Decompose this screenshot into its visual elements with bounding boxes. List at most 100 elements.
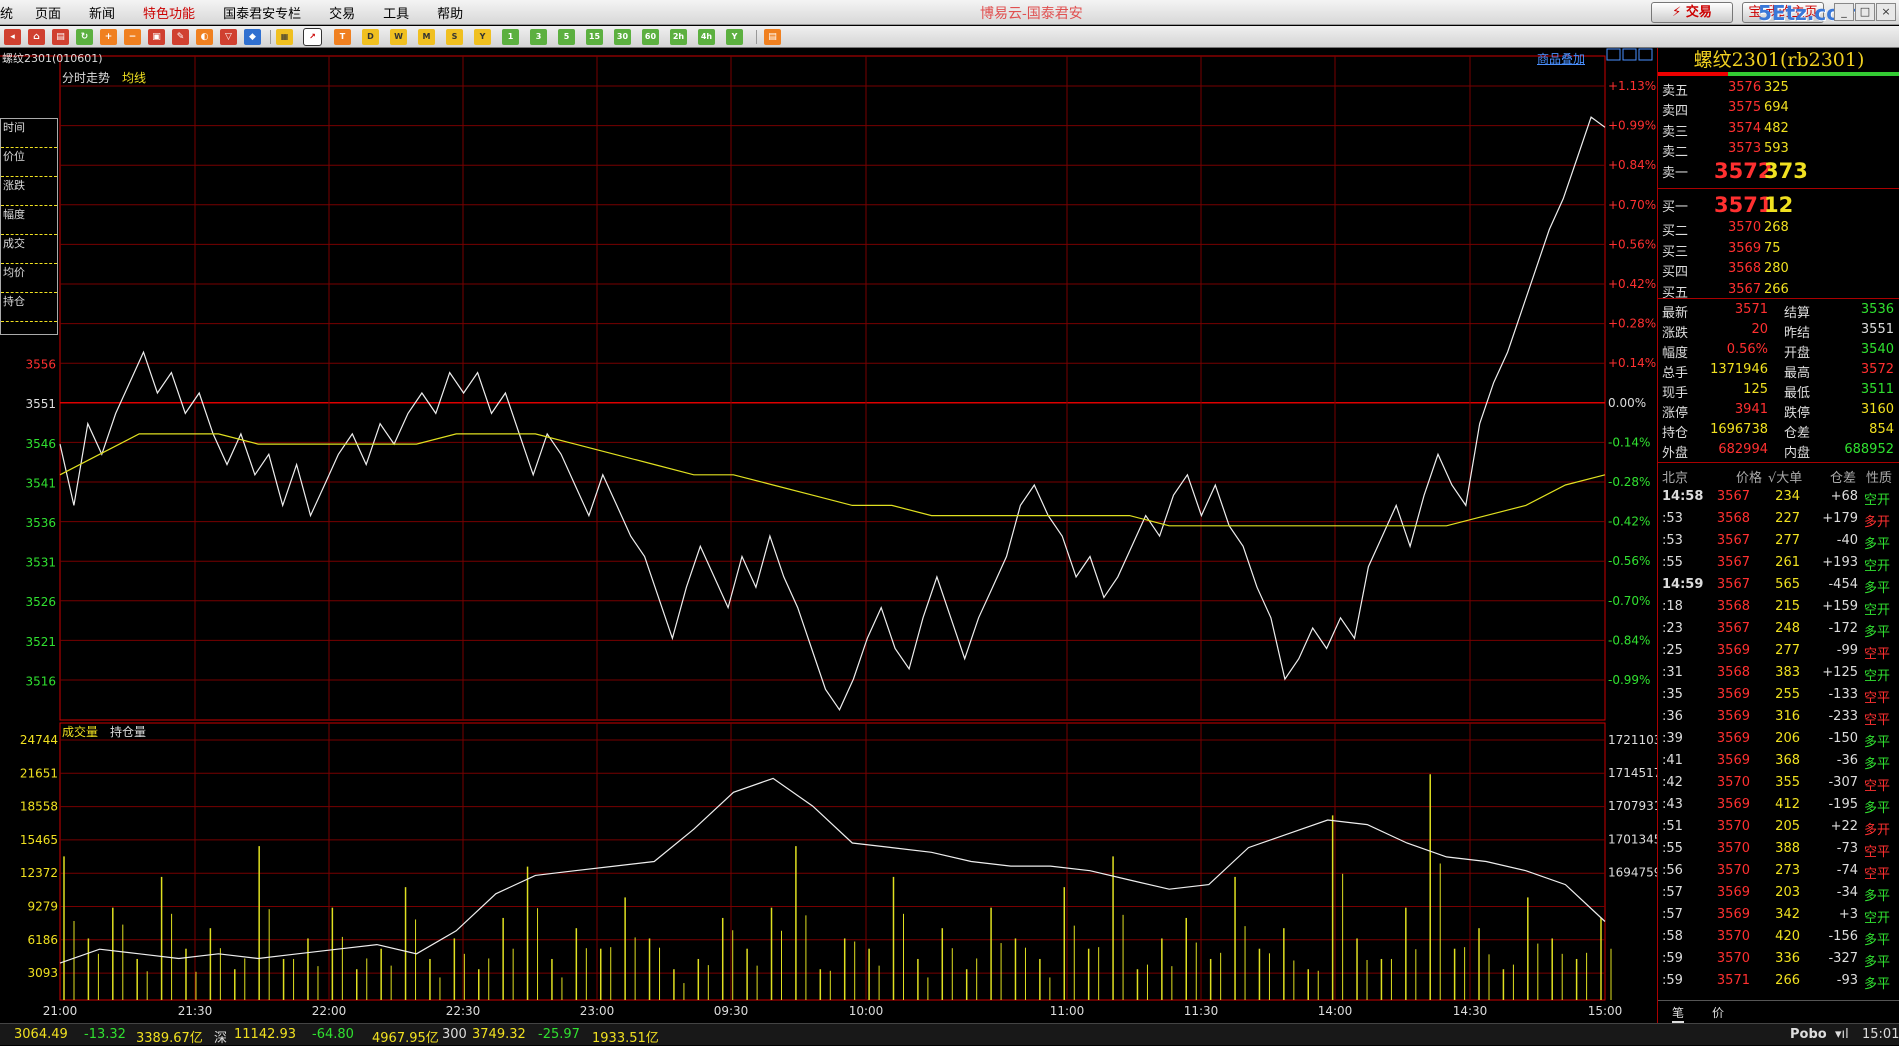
hour2-icon[interactable]: 2h xyxy=(670,29,687,45)
tick-volume: 355 xyxy=(1775,775,1800,790)
panel-title: 螺纹2301(rb2301) xyxy=(1693,49,1865,71)
tick-nature: 空平 xyxy=(1864,691,1891,706)
stat-value: 854 xyxy=(1869,422,1894,437)
table-icon[interactable]: ▦ xyxy=(276,29,293,45)
tick-volume: 203 xyxy=(1775,885,1800,900)
tick-row[interactable]: :25 3569 277 -99 空平 xyxy=(1658,640,1899,662)
window-close-button[interactable]: × xyxy=(1876,3,1896,21)
news-icon[interactable]: ▤ xyxy=(52,29,69,45)
trade-button[interactable]: ⚡ 交易 xyxy=(1651,2,1733,23)
menu-item-5[interactable]: 交易 xyxy=(315,3,369,22)
tick-row[interactable]: :59 3570 336 -327 多平 xyxy=(1658,948,1899,970)
month-icon[interactable]: M xyxy=(418,29,435,45)
hour4-icon[interactable]: 4h xyxy=(698,29,715,45)
zoom-out-icon[interactable]: − xyxy=(124,29,141,45)
filter-icon[interactable]: ▽ xyxy=(220,29,237,45)
day-icon[interactable]: D xyxy=(362,29,379,45)
intraday-chart[interactable]: +1.13% +0.99% +0.84% +0.70% +0.56% +0.42% +0.2… xyxy=(0,48,1657,1023)
tick-price: 3567 xyxy=(1716,621,1750,636)
tick-row[interactable]: :23 3567 248 -172 多平 xyxy=(1658,618,1899,640)
pen-icon[interactable]: ✎ xyxy=(172,29,189,45)
tick-icon[interactable]: T xyxy=(334,29,351,45)
tick-nature: 多平 xyxy=(1864,801,1891,816)
tick-row[interactable]: :56 3570 273 -74 空平 xyxy=(1658,860,1899,882)
tick-row[interactable]: 14:59 3567 565 -454 多平 xyxy=(1658,574,1899,596)
tick-row[interactable]: :53 3567 277 -40 多平 xyxy=(1658,530,1899,552)
tick-row[interactable]: 14:58 3567 234 +68 空开 xyxy=(1658,486,1899,508)
calendar-icon[interactable]: ▤ xyxy=(764,29,781,45)
tick-row[interactable]: :42 3570 355 -307 空平 xyxy=(1658,772,1899,794)
week-icon[interactable]: W xyxy=(390,29,407,45)
tick-price: 3570 xyxy=(1716,951,1750,966)
tick-nature: 空开 xyxy=(1864,911,1891,926)
tick-row[interactable]: :55 3567 261 +193 空开 xyxy=(1658,552,1899,574)
stat-value: 3571 xyxy=(1734,302,1768,317)
stat-value: 3551 xyxy=(1860,322,1894,337)
tick-time: 14:58 xyxy=(1662,489,1704,504)
ask-row-1[interactable]: 卖一 3572 373 xyxy=(1658,159,1899,183)
tick-row[interactable]: :55 3570 388 -73 空平 xyxy=(1658,838,1899,860)
bid-row-4[interactable]: 买四 3568 280 xyxy=(1658,259,1899,280)
bid-row-1[interactable]: 买一 3571 12 xyxy=(1658,193,1899,217)
book-price: 3569 xyxy=(1728,240,1762,256)
ask-row-4[interactable]: 卖四 3575 694 xyxy=(1658,98,1899,119)
home-icon[interactable]: ⌂ xyxy=(28,29,45,45)
tab-intraday[interactable]: 分时走势 xyxy=(62,69,110,86)
chart-line-icon[interactable]: ↗ xyxy=(303,28,322,46)
chart-canvas[interactable]: +1.13% +0.99% +0.84% +0.70% +0.56% +0.42% +0.2… xyxy=(0,48,1657,1023)
menu-item-3[interactable]: 特色功能 xyxy=(129,3,209,22)
menu-item-2[interactable]: 新闻 xyxy=(75,3,129,22)
ask-row-2[interactable]: 卖二 3573 593 xyxy=(1658,139,1899,160)
tick-row[interactable]: :53 3568 227 +179 多开 xyxy=(1658,508,1899,530)
tick-row[interactable]: :59 3571 266 -93 多平 xyxy=(1658,970,1899,992)
time-tick: 21:00 xyxy=(43,1004,78,1018)
bid-row-3[interactable]: 买三 3569 75 xyxy=(1658,239,1899,260)
tick-tab-1[interactable]: 价 xyxy=(1712,1004,1724,1021)
overlay-link[interactable]: 商品叠加 xyxy=(1537,50,1585,67)
min5-icon[interactable]: 5 xyxy=(558,29,575,45)
tick-row[interactable]: :31 3568 383 +125 空开 xyxy=(1658,662,1899,684)
ask-row-3[interactable]: 卖三 3574 482 xyxy=(1658,119,1899,140)
refresh-icon[interactable]: ↻ xyxy=(76,29,93,45)
min15-icon[interactable]: 15 xyxy=(586,29,603,45)
tick-row[interactable]: :57 3569 342 +3 空开 xyxy=(1658,904,1899,926)
zoom-in-icon[interactable]: + xyxy=(100,29,117,45)
tick-row[interactable]: :43 3569 412 -195 多平 xyxy=(1658,794,1899,816)
tick-tab-0[interactable]: 笔 xyxy=(1672,1004,1685,1023)
ask-row-5[interactable]: 卖五 3576 325 xyxy=(1658,78,1899,99)
menu-item-1[interactable]: 页面 xyxy=(21,3,75,22)
min1-icon[interactable]: 1 xyxy=(502,29,519,45)
tick-row[interactable]: :57 3569 203 -34 多平 xyxy=(1658,882,1899,904)
tick-row[interactable]: :51 3570 205 +22 多开 xyxy=(1658,816,1899,838)
season-icon[interactable]: S xyxy=(446,29,463,45)
tab-open-interest[interactable]: 持仓量 xyxy=(110,723,146,740)
window-min-button[interactable]: _ xyxy=(1834,3,1854,21)
indicator-icon[interactable]: ◆ xyxy=(244,29,261,45)
tick-time: :39 xyxy=(1662,731,1683,746)
tick-nature: 空开 xyxy=(1864,559,1891,574)
window-max-button[interactable]: □ xyxy=(1855,3,1875,21)
menu-item-7[interactable]: 帮助 xyxy=(423,3,477,22)
tick-row[interactable]: :35 3569 255 -133 空平 xyxy=(1658,684,1899,706)
bid-row-2[interactable]: 买二 3570 268 xyxy=(1658,218,1899,239)
year-icon[interactable]: Y xyxy=(474,29,491,45)
tick-price: 3569 xyxy=(1716,643,1750,658)
tick-row[interactable]: :39 3569 206 -150 多平 xyxy=(1658,728,1899,750)
menu-item-6[interactable]: 工具 xyxy=(369,3,423,22)
min3-icon[interactable]: 3 xyxy=(530,29,547,45)
signal-icon[interactable]: ◐ xyxy=(196,29,213,45)
tick-row[interactable]: :41 3569 368 -36 多平 xyxy=(1658,750,1899,772)
tab-avg-line[interactable]: 均线 xyxy=(122,69,146,86)
menu-item-0[interactable]: 统 xyxy=(0,3,21,22)
min60-icon[interactable]: 60 xyxy=(642,29,659,45)
window-icon[interactable]: ▣ xyxy=(148,29,165,45)
tick-row[interactable]: :58 3570 420 -156 多平 xyxy=(1658,926,1899,948)
tick-row[interactable]: :18 3568 215 +159 空开 xyxy=(1658,596,1899,618)
tick-row[interactable]: :36 3569 316 -233 空平 xyxy=(1658,706,1899,728)
back-icon[interactable]: ◂ xyxy=(4,29,21,45)
custom-icon[interactable]: Y xyxy=(726,29,743,45)
bid-row-5[interactable]: 买五 3567 266 xyxy=(1658,280,1899,301)
min30-icon[interactable]: 30 xyxy=(614,29,631,45)
tab-volume[interactable]: 成交量 xyxy=(62,723,98,740)
menu-item-4[interactable]: 国泰君安专栏 xyxy=(209,3,315,22)
